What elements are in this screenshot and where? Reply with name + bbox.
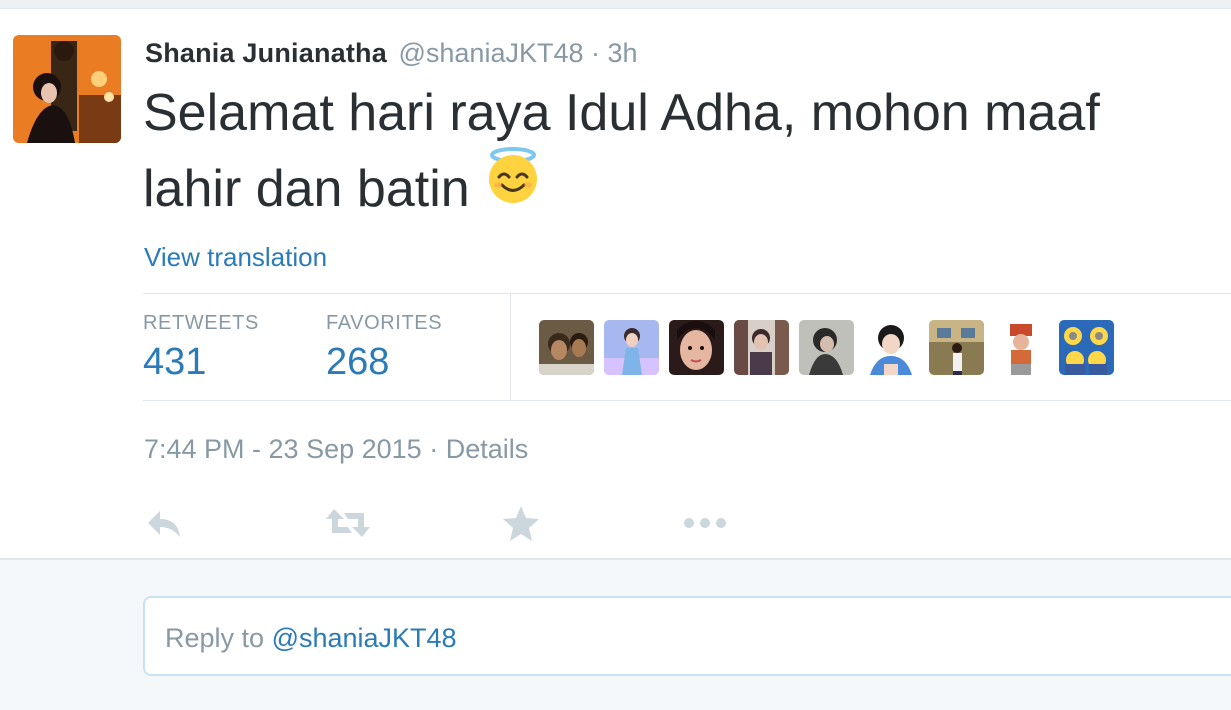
tweet-header: Shania Junianatha @shaniaJKT48 · 3h bbox=[145, 35, 638, 71]
reply-prefix: Reply to bbox=[165, 623, 272, 653]
favoriter-avatar-3[interactable] bbox=[669, 320, 724, 375]
tweet-timestamp: 7:44 PM - 23 Sep 2015 bbox=[144, 434, 422, 464]
stats-divider bbox=[510, 294, 511, 400]
top-divider bbox=[0, 0, 1231, 9]
favoriter-avatar-9[interactable] bbox=[1059, 320, 1114, 375]
tweet-text-line-2: lahir dan batin bbox=[143, 160, 470, 218]
view-translation-link[interactable]: View translation bbox=[144, 239, 327, 275]
tweet-age[interactable]: 3h bbox=[608, 38, 638, 68]
favoriter-avatar-4[interactable] bbox=[734, 320, 789, 375]
smiling-face-with-halo-icon bbox=[484, 146, 542, 226]
favorites-stat[interactable]: FAVORITES 268 bbox=[326, 310, 442, 386]
favorites-label: FAVORITES bbox=[326, 312, 443, 334]
avatar[interactable] bbox=[13, 35, 121, 143]
reply-area: Reply to @shaniaJKT48 bbox=[0, 562, 1231, 710]
reply-input[interactable]: Reply to @shaniaJKT48 bbox=[143, 596, 1231, 676]
tweet-actions bbox=[144, 503, 844, 543]
favoriter-avatar-6[interactable] bbox=[864, 320, 919, 375]
retweets-label: RETWEETS bbox=[143, 312, 259, 334]
author-full-name[interactable]: Shania Junianatha bbox=[145, 38, 387, 68]
tweet-timestamp-row: 7:44 PM - 23 Sep 2015 · Details bbox=[144, 431, 528, 467]
reply-placeholder: Reply to @shaniaJKT48 bbox=[165, 620, 457, 656]
tweet-stats: RETWEETS 431 FAVORITES 268 bbox=[143, 293, 1231, 401]
retweets-count: 431 bbox=[143, 341, 207, 383]
more-dots-icon[interactable] bbox=[682, 503, 728, 543]
details-separator: · bbox=[429, 434, 439, 464]
details-link[interactable]: Details bbox=[446, 434, 529, 464]
tweet-permalink-card: Shania Junianatha @shaniaJKT48 · 3h Sela… bbox=[0, 9, 1231, 560]
retweets-stat[interactable]: RETWEETS 431 bbox=[143, 310, 259, 386]
favoriter-avatar-1[interactable] bbox=[539, 320, 594, 375]
reply-mention: @shaniaJKT48 bbox=[271, 623, 457, 653]
tweet-text-line-1: Selamat hari raya Idul Adha, mohon maaf bbox=[143, 84, 1100, 142]
favoriter-avatar-7[interactable] bbox=[929, 320, 984, 375]
tweet-text-line-2-wrap: lahir dan batin bbox=[143, 146, 1231, 232]
favoriter-avatar-2[interactable] bbox=[604, 320, 659, 375]
favoriter-avatar-5[interactable] bbox=[799, 320, 854, 375]
favorites-count: 268 bbox=[326, 341, 390, 383]
author-screen-name[interactable]: @shaniaJKT48 bbox=[398, 38, 583, 68]
retweet-icon[interactable] bbox=[324, 503, 372, 543]
tweet-text: Selamat hari raya Idul Adha, mohon maaf … bbox=[143, 75, 1231, 232]
header-separator: · bbox=[591, 38, 601, 68]
favoriter-avatar-8[interactable] bbox=[994, 320, 1049, 375]
profile-photo-icon bbox=[13, 35, 121, 143]
favorite-star-icon[interactable] bbox=[502, 503, 540, 543]
reply-icon[interactable] bbox=[144, 503, 184, 543]
